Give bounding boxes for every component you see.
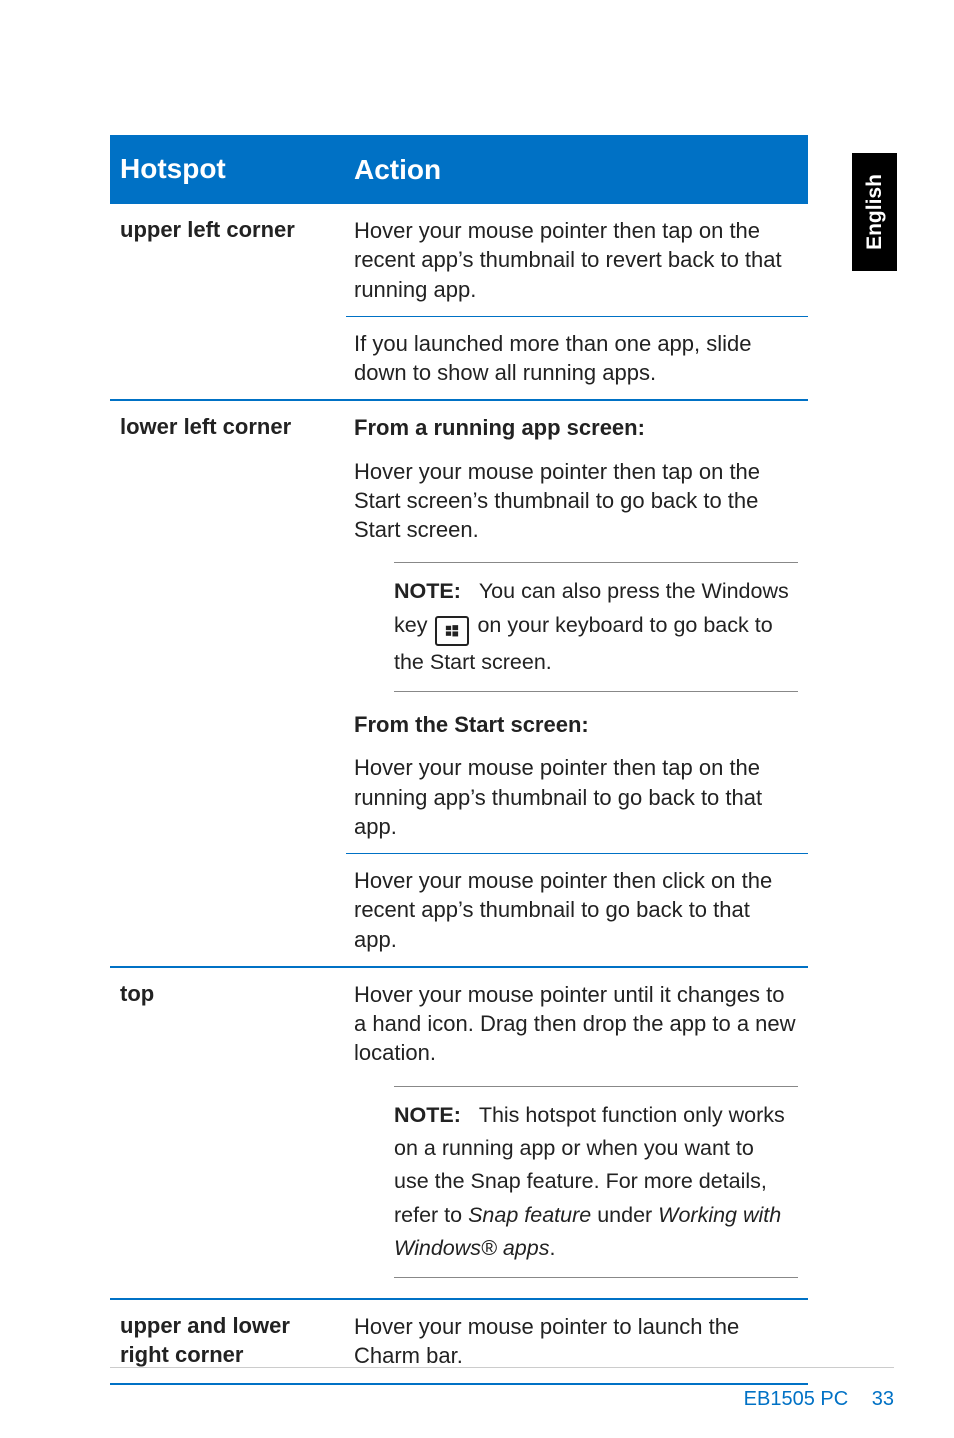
hotspot-label: upper left corner [110,204,346,316]
note-label: NOTE: [394,1103,461,1127]
action-text: Hover your mouse pointer to launch the C… [346,1300,808,1383]
table-bottom-rule [110,1383,808,1385]
table-row: upper and lower right corner Hover your … [110,1298,808,1383]
header-hotspot: Hotspot [110,135,346,204]
footer-model: EB1505 PC [744,1388,849,1410]
hotspot-label: upper and lower right corner [110,1300,346,1383]
hotspot-label: lower left corner [110,401,346,853]
page-footer: EB1505 PC 33 [110,1367,894,1368]
note-text: You can also press the Windows [479,579,789,603]
footer-page-number: 33 [854,1388,894,1410]
action-text: Hover your mouse pointer then tap on the… [346,204,808,316]
table-row: upper left corner Hover your mouse point… [110,204,808,316]
note-text: . [549,1236,555,1260]
header-action: Action [346,135,808,204]
language-tab: English [852,153,897,271]
note-box: NOTE: You can also press the Windows key… [394,562,798,692]
note-text: under [591,1203,658,1227]
table-row: lower left corner From a running app scr… [110,399,808,853]
note-text-key-prefix: key [394,613,427,637]
note-italic: Snap feature [468,1203,591,1227]
hotspot-action-table: Hotspot Action upper left corner Hover y… [110,135,808,1385]
action-text: If you launched more than one app, slide… [346,316,808,400]
language-tab-text: English [863,174,887,250]
windows-key-icon [435,616,469,646]
action-text: Hover your mouse pointer then click on t… [346,853,808,966]
table-header-row: Hotspot Action [110,135,808,204]
table-row: top Hover your mouse pointer until it ch… [110,966,808,1298]
table-row: If you launched more than one app, slide… [110,316,808,400]
action-text: Hover your mouse pointer then tap on the… [354,457,798,545]
hotspot-label: top [110,968,346,1298]
action-subhead: From the Start screen: [354,710,798,739]
note-box: NOTE: This hotspot function only works o… [394,1086,798,1279]
note-label: NOTE: [394,579,461,603]
action-subhead: From a running app screen: [354,413,798,442]
action-text: Hover your mouse pointer then tap on the… [354,753,798,841]
action-text: Hover your mouse pointer until it change… [354,980,798,1068]
table-row: Hover your mouse pointer then click on t… [110,853,808,966]
